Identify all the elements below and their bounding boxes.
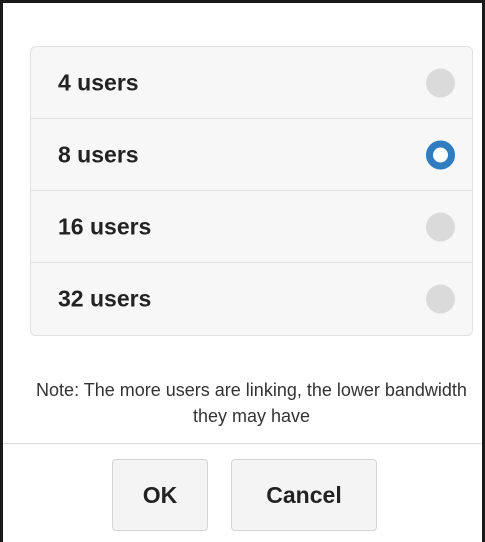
option-16-users[interactable]: 16 users xyxy=(31,191,472,263)
option-4-users[interactable]: 4 users xyxy=(31,47,472,119)
radio-unselected-icon[interactable] xyxy=(426,212,455,241)
radio-unselected-icon[interactable] xyxy=(426,284,455,314)
option-label: 16 users xyxy=(58,213,152,239)
ok-button[interactable]: OK xyxy=(112,459,208,531)
option-label: 32 users xyxy=(58,285,152,312)
radio-selected-icon[interactable] xyxy=(426,140,455,169)
user-count-options: 4 users 8 users 16 users 32 users xyxy=(30,46,473,336)
option-32-users[interactable]: 32 users xyxy=(31,263,472,335)
footer-divider xyxy=(3,443,482,444)
option-label: 4 users xyxy=(58,69,139,95)
option-8-users[interactable]: 8 users xyxy=(31,119,472,191)
user-count-dialog: 4 users 8 users 16 users 32 users Note: … xyxy=(0,0,485,542)
bandwidth-note: Note: The more users are linking, the lo… xyxy=(36,380,467,426)
cancel-button[interactable]: Cancel xyxy=(231,459,377,531)
radio-unselected-icon[interactable] xyxy=(426,68,455,97)
option-label: 8 users xyxy=(58,141,139,167)
